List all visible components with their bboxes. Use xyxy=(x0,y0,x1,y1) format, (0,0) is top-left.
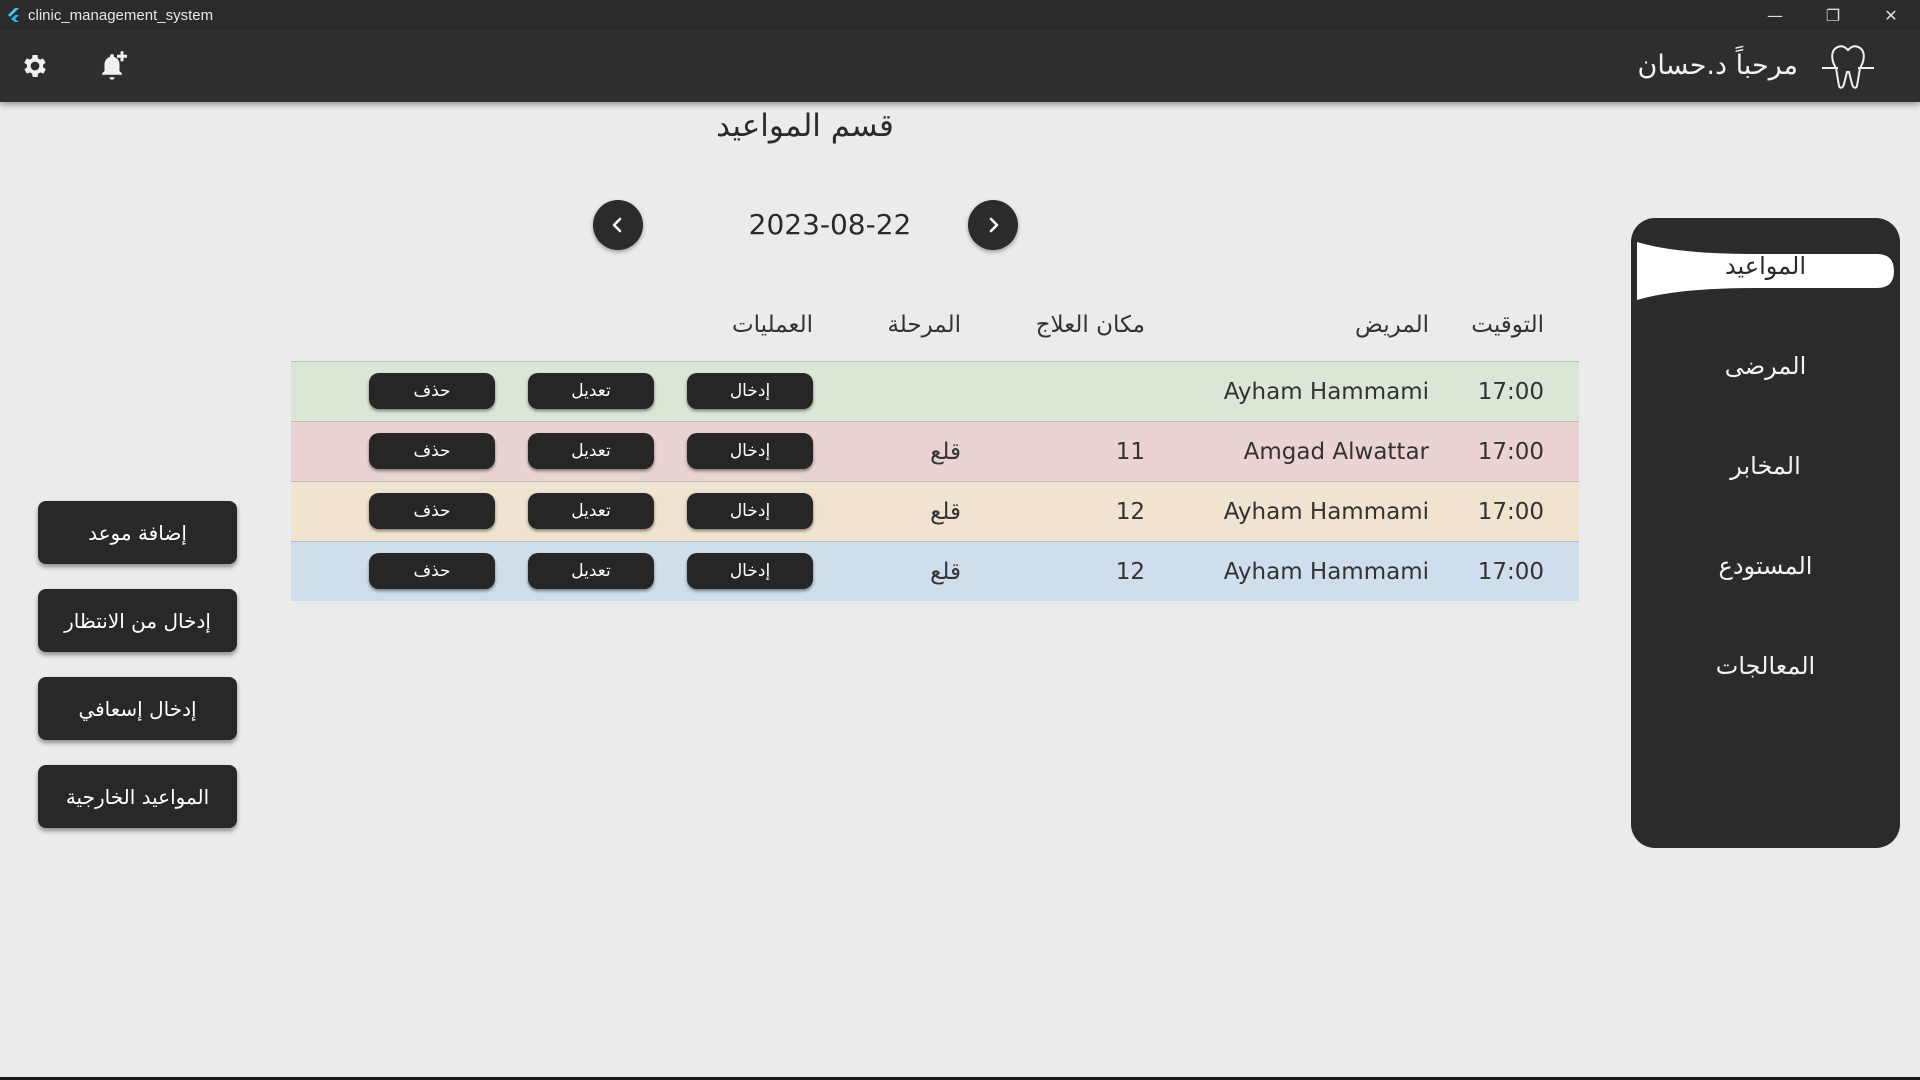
flutter-app-icon xyxy=(8,8,19,22)
edit-button[interactable]: تعديل xyxy=(528,553,654,589)
cell-stage: قلع xyxy=(930,559,961,585)
header-stage: المرحلة xyxy=(887,312,961,338)
edit-button[interactable]: تعديل xyxy=(528,433,654,469)
app-bar: مرحباً د.حسان xyxy=(0,30,1920,102)
enter-from-waiting-button[interactable]: إدخال من الانتظار xyxy=(38,589,237,652)
enter-button[interactable]: إدخال xyxy=(687,553,813,589)
chevron-right-icon xyxy=(989,217,999,233)
current-date: 2023-08-22 xyxy=(748,208,912,241)
cell-time: 17:00 xyxy=(1477,499,1544,525)
table-row: 17:00 Ayham Hammami 12 قلع إدخال تعديل ح… xyxy=(291,541,1579,601)
table-row: 17:00 Ayham Hammami 12 قلع إدخال تعديل ح… xyxy=(291,481,1579,541)
sidebar-item-treatments[interactable]: المعالجات xyxy=(1631,652,1900,680)
cell-place: 11 xyxy=(1115,439,1145,465)
settings-button[interactable] xyxy=(17,48,53,84)
cell-time: 17:00 xyxy=(1477,439,1544,465)
cell-place: 12 xyxy=(1115,499,1145,525)
bell-add-icon xyxy=(102,51,127,80)
cell-stage: قلع xyxy=(930,499,961,525)
header-time: التوقيت xyxy=(1471,312,1544,338)
previous-day-button[interactable] xyxy=(593,200,643,250)
enter-button[interactable]: إدخال xyxy=(687,433,813,469)
enter-button[interactable]: إدخال xyxy=(687,373,813,409)
table-row: 17:00 Amgad Alwattar 11 قلع إدخال تعديل … xyxy=(291,421,1579,481)
cell-patient: Amgad Alwattar xyxy=(1243,439,1429,465)
cell-stage: قلع xyxy=(930,439,961,465)
add-appointment-button[interactable]: إضافة موعد xyxy=(38,501,237,564)
delete-button[interactable]: حذف xyxy=(369,433,495,469)
window-titlebar: clinic_management_system — ❐ ✕ xyxy=(0,0,1920,30)
sidebar-item-warehouse[interactable]: المستودع xyxy=(1631,552,1900,580)
window-title: clinic_management_system xyxy=(28,6,214,24)
external-appointments-button[interactable]: المواعيد الخارجية xyxy=(38,765,237,828)
header-place: مكان العلاج xyxy=(1035,312,1145,338)
table-row: 17:00 Ayham Hammami إدخال تعديل حذف xyxy=(291,361,1579,421)
cell-time: 17:00 xyxy=(1477,379,1544,405)
page-title: قسم المواعيد xyxy=(716,108,894,144)
greeting-text: مرحباً د.حسان xyxy=(1637,50,1798,81)
cell-patient: Ayham Hammami xyxy=(1223,559,1429,585)
cell-patient: Ayham Hammami xyxy=(1223,379,1429,405)
gear-icon xyxy=(24,55,46,77)
table-header: التوقيت المريض مكان العلاج المرحلة العمل… xyxy=(291,300,1579,362)
close-button[interactable]: ✕ xyxy=(1862,0,1920,30)
chevron-left-icon xyxy=(612,217,622,233)
header-patient: المريض xyxy=(1355,312,1429,338)
tooth-logo xyxy=(1822,45,1874,89)
enter-button[interactable]: إدخال xyxy=(687,493,813,529)
delete-button[interactable]: حذف xyxy=(369,553,495,589)
navigation-sidebar: المواعيد المرضى المخابر المستودع المعالج… xyxy=(1631,218,1900,848)
delete-button[interactable]: حذف xyxy=(369,373,495,409)
header-operations: العمليات xyxy=(731,312,813,338)
sidebar-item-labs[interactable]: المخابر xyxy=(1631,452,1900,480)
edit-button[interactable]: تعديل xyxy=(528,493,654,529)
delete-button[interactable]: حذف xyxy=(369,493,495,529)
maximize-button[interactable]: ❐ xyxy=(1804,0,1862,30)
minimize-button[interactable]: — xyxy=(1746,0,1804,30)
appointments-table: التوقيت المريض مكان العلاج المرحلة العمل… xyxy=(291,300,1579,601)
next-day-button[interactable] xyxy=(968,200,1018,250)
add-notification-button[interactable] xyxy=(94,48,130,84)
cell-time: 17:00 xyxy=(1477,559,1544,585)
edit-button[interactable]: تعديل xyxy=(528,373,654,409)
sidebar-item-appointments[interactable]: المواعيد xyxy=(1631,252,1900,280)
window-controls: — ❐ ✕ xyxy=(1746,0,1920,30)
emergency-entry-button[interactable]: إدخال إسعافي xyxy=(38,677,237,740)
cell-patient: Ayham Hammami xyxy=(1223,499,1429,525)
cell-place: 12 xyxy=(1115,559,1145,585)
sidebar-item-patients[interactable]: المرضى xyxy=(1631,352,1900,380)
